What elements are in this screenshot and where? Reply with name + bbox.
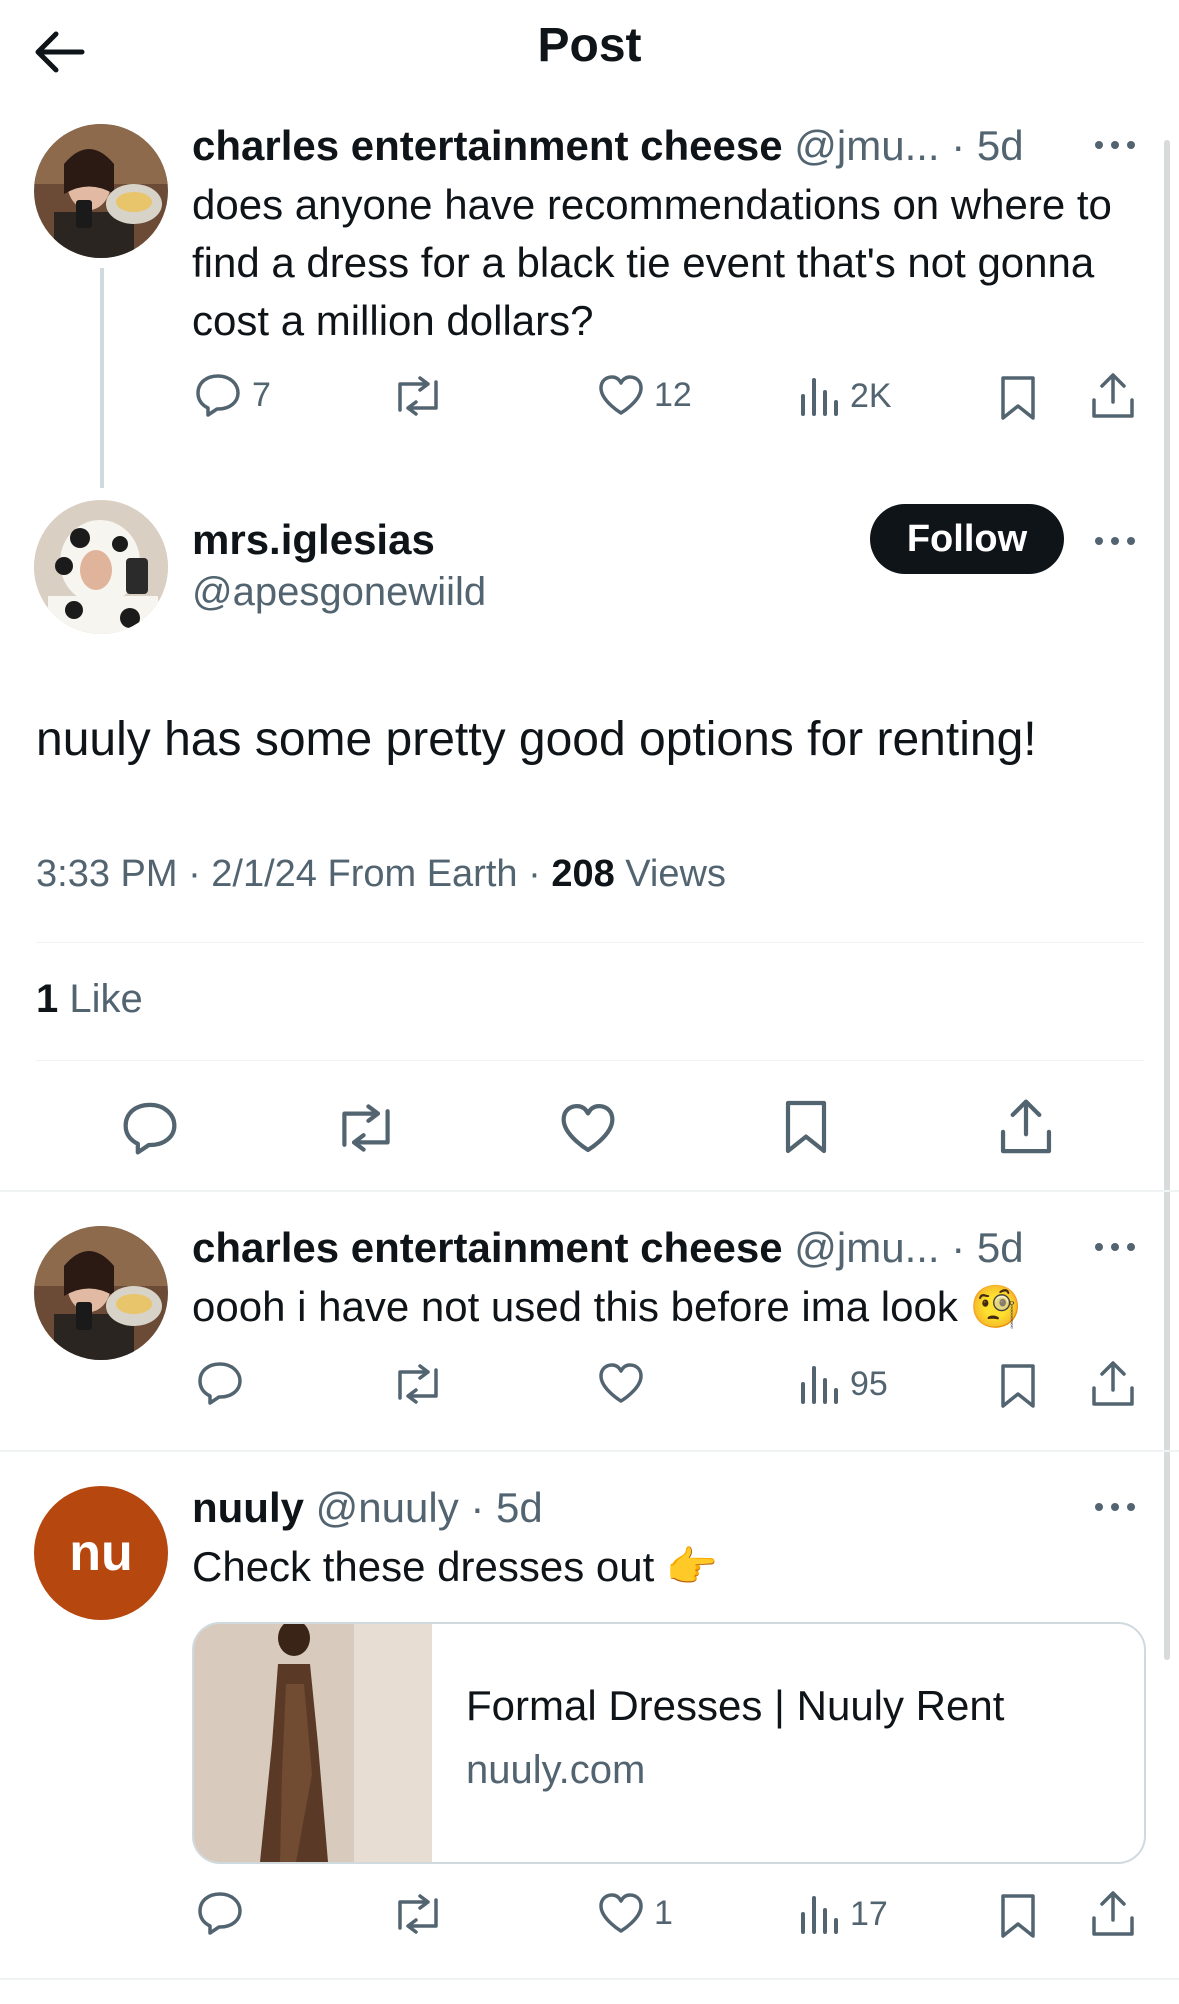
more-icon[interactable]	[1093, 1500, 1143, 1520]
avatar[interactable]	[34, 500, 168, 634]
bookmark-button[interactable]	[998, 1892, 1048, 1940]
tweet-meta: 3:33 PM · 2/1/24 From Earth · 208 Views	[36, 853, 726, 896]
bookmark-icon	[1001, 376, 1035, 420]
like-button[interactable]	[560, 1102, 626, 1154]
reply-button[interactable]	[196, 1890, 254, 1936]
share-icon	[1092, 1891, 1134, 1936]
card-title: Formal Dresses | Nuuly Rent	[466, 1682, 1005, 1729]
thread-line	[100, 268, 104, 488]
author-name[interactable]: mrs.iglesias	[192, 516, 435, 564]
likes-count: 1	[36, 977, 59, 1021]
author-handle[interactable]: @jmu...	[794, 1224, 939, 1271]
repost-button[interactable]	[390, 376, 456, 416]
card-image	[194, 1624, 432, 1862]
author-handle[interactable]: @nuuly	[316, 1484, 459, 1531]
bookmark-icon	[1001, 1894, 1035, 1938]
heart-icon	[599, 1363, 643, 1403]
share-button[interactable]	[1090, 1360, 1146, 1408]
bookmark-icon	[1001, 1364, 1035, 1408]
likes-summary[interactable]: 1 Like	[36, 977, 143, 1022]
views-count: 95	[850, 1364, 888, 1403]
more-icon[interactable]	[1093, 1240, 1143, 1260]
reply-button[interactable]	[120, 1100, 190, 1156]
tweet-author[interactable]: nuuly @nuuly · 5d	[192, 1484, 543, 1532]
tweet-text: does anyone have recommendations on wher…	[192, 181, 1112, 344]
views-button[interactable]: 95	[798, 1364, 888, 1404]
views-count: 208	[551, 853, 615, 895]
avatar[interactable]	[34, 124, 168, 258]
bookmark-button[interactable]	[998, 374, 1048, 422]
main-tweet-text: nuuly has some pretty good options for r…	[36, 713, 1037, 766]
divider	[0, 1190, 1179, 1192]
repost-button[interactable]	[390, 1364, 456, 1404]
likes-label: Like	[58, 977, 143, 1021]
repost-button[interactable]	[332, 1104, 410, 1152]
reply-icon	[196, 374, 240, 417]
repost-icon	[398, 376, 438, 416]
like-button[interactable]: 12	[598, 374, 692, 416]
repost-icon	[398, 1364, 438, 1404]
like-button[interactable]: 1	[598, 1892, 673, 1934]
more-icon[interactable]	[1093, 534, 1143, 554]
bookmark-icon	[785, 1100, 827, 1154]
heart-icon	[561, 1103, 615, 1153]
tweet-text: Check these dresses out 👉	[192, 1543, 719, 1590]
views-label: Views	[614, 853, 726, 895]
views-icon	[801, 378, 838, 416]
share-icon	[1000, 1099, 1052, 1154]
bookmark-button[interactable]	[998, 1362, 1048, 1410]
avatar-text: nu	[69, 1524, 133, 1582]
share-icon	[1092, 373, 1134, 418]
reply-button[interactable]	[196, 1360, 254, 1406]
heart-icon	[599, 1893, 643, 1933]
tweet-time: · 5d	[951, 1224, 1024, 1271]
tweet-time: · 5d	[951, 122, 1024, 169]
views-button[interactable]: 17	[798, 1894, 888, 1934]
reply-icon	[198, 1362, 242, 1405]
reply-icon	[198, 1892, 242, 1935]
share-button[interactable]	[1090, 1890, 1146, 1938]
tweet-author[interactable]: charles entertainment cheese @jmu... · 5…	[192, 1224, 1024, 1272]
tweet-author[interactable]: charles entertainment cheese @jmu... · 5…	[192, 122, 1024, 170]
share-button[interactable]	[998, 1098, 1064, 1156]
reply-button[interactable]: 7	[194, 372, 271, 418]
author-handle[interactable]: @apesgonewiild	[192, 570, 486, 615]
like-count: 1	[654, 1893, 673, 1932]
views-button[interactable]: 2K	[798, 376, 892, 416]
divider	[0, 1978, 1179, 1980]
repost-button[interactable]	[390, 1894, 456, 1934]
divider	[36, 1060, 1144, 1061]
repost-icon	[342, 1104, 390, 1152]
divider	[0, 1450, 1179, 1452]
repost-icon	[398, 1894, 438, 1934]
divider	[36, 942, 1144, 943]
avatar[interactable]: nu	[34, 1486, 168, 1620]
scrollbar[interactable]	[1164, 140, 1170, 1660]
card-domain: nuuly.com	[466, 1748, 646, 1792]
tweet-time: · 5d	[470, 1484, 543, 1531]
share-icon	[1092, 1361, 1134, 1406]
bookmark-button[interactable]	[782, 1098, 840, 1156]
reply-icon	[123, 1102, 177, 1155]
reply-count: 7	[252, 375, 271, 414]
link-card[interactable]: Formal Dresses | Nuuly Rent nuuly.com	[192, 1622, 1146, 1864]
page-title: Post	[537, 19, 642, 72]
tweet-text: oooh i have not used this before ima loo…	[192, 1283, 1022, 1330]
avatar[interactable]	[34, 1226, 168, 1360]
share-button[interactable]	[1090, 372, 1146, 420]
follow-button[interactable]: Follow	[870, 504, 1064, 574]
more-icon[interactable]	[1093, 138, 1143, 158]
views-count: 2K	[850, 376, 892, 415]
author-name[interactable]: nuuly	[192, 1484, 304, 1531]
author-handle[interactable]: @jmu...	[794, 122, 939, 169]
timestamp: 3:33 PM · 2/1/24 From Earth ·	[36, 853, 552, 895]
views-icon	[801, 1896, 838, 1934]
like-count: 12	[654, 375, 692, 414]
views-icon	[801, 1366, 838, 1404]
author-name[interactable]: charles entertainment cheese	[192, 1224, 783, 1271]
heart-icon	[599, 375, 643, 415]
like-button[interactable]	[598, 1362, 654, 1404]
author-name[interactable]: charles entertainment cheese	[192, 122, 783, 169]
views-count: 17	[850, 1894, 888, 1933]
